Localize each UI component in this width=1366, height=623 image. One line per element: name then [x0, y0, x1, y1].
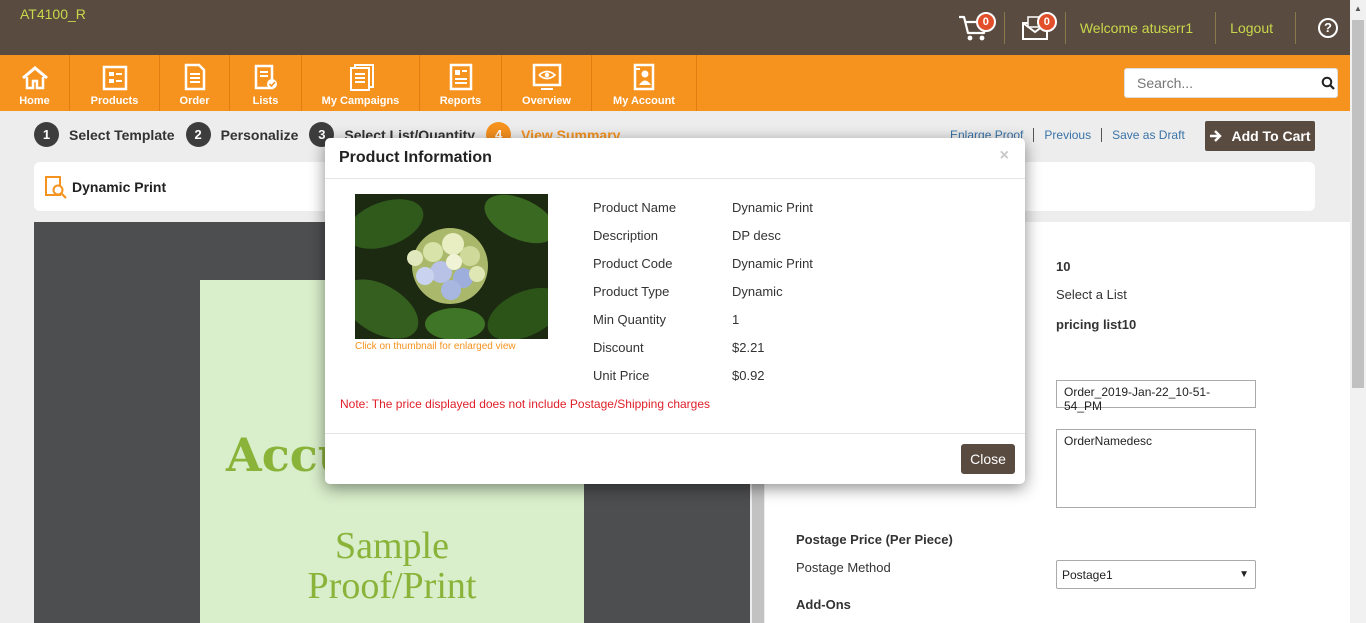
info-value: Dynamic — [732, 284, 783, 299]
divider — [325, 178, 1025, 179]
modal-title: Product Information — [339, 149, 492, 166]
info-label: Description — [593, 228, 659, 243]
product-thumbnail[interactable] — [355, 194, 548, 339]
close-icon[interactable]: × — [1000, 147, 1009, 165]
close-button[interactable]: Close — [961, 444, 1015, 474]
scroll-up-icon[interactable]: ▲ — [1354, 4, 1362, 13]
info-value: $0.92 — [732, 368, 765, 383]
divider — [325, 433, 1025, 434]
page-scrollbar[interactable]: ▲ — [1350, 0, 1366, 623]
info-value: Dynamic Print — [732, 200, 813, 215]
info-label: Product Type — [593, 284, 670, 299]
info-value: DP desc — [732, 228, 781, 243]
info-label: Discount — [593, 340, 644, 355]
info-label: Product Name — [593, 200, 677, 215]
thumbnail-caption: Click on thumbnail for enlarged view — [355, 341, 516, 352]
info-label: Min Quantity — [593, 312, 666, 327]
info-label: Product Code — [593, 256, 673, 271]
info-value: $2.21 — [732, 340, 765, 355]
info-label: Unit Price — [593, 368, 650, 383]
scrollbar-thumb[interactable] — [1352, 20, 1364, 388]
price-note: Note: The price displayed does not inclu… — [340, 397, 711, 411]
product-info-modal: Product Information × Click on thumbnail… — [325, 138, 1025, 484]
info-value: 1 — [732, 312, 740, 327]
info-value: Dynamic Print — [732, 256, 813, 271]
